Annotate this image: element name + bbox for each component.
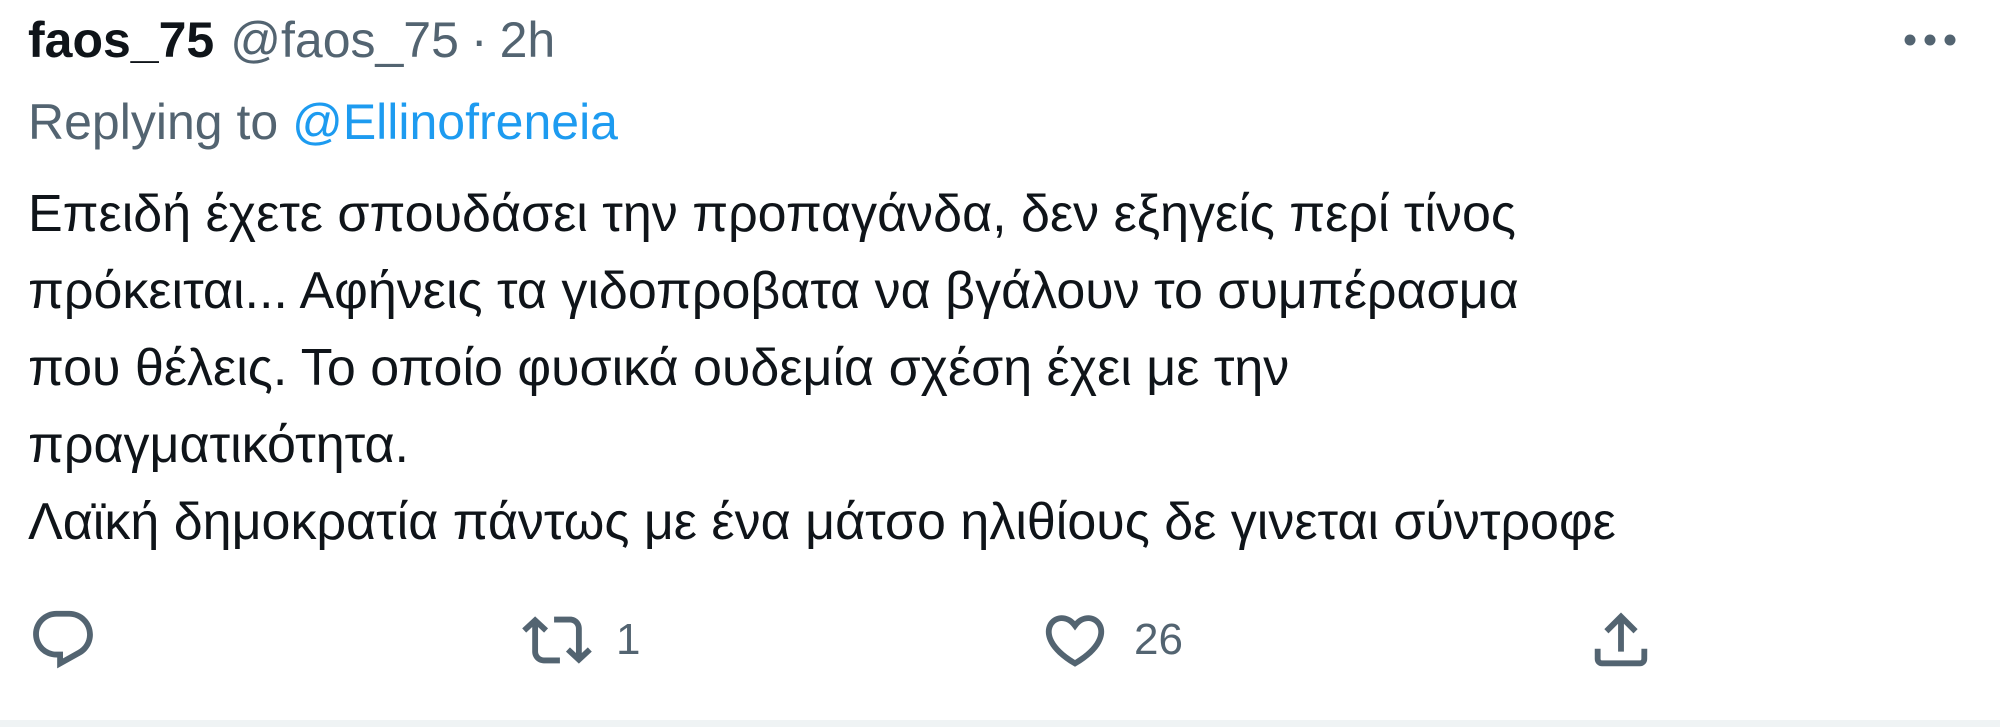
replying-prefix: Replying to — [28, 94, 279, 150]
tweet-text-line: πραγματικότητα. — [28, 416, 409, 474]
retweet-button[interactable]: 1 — [522, 600, 640, 680]
tweet-actions: 1 26 — [0, 600, 2000, 680]
share-icon — [1594, 612, 1648, 667]
like-button[interactable]: 26 — [1040, 600, 1183, 680]
tweet-header: faos_75 @faos_75 · 2h — [28, 8, 555, 72]
tweet-text: Επειδή έχετε σπουδάσει την προπαγάνδα, δ… — [28, 176, 1988, 561]
tweet-text-line: Επειδή έχετε σπουδάσει την προπαγάνδα, δ… — [28, 185, 1516, 243]
tweet-text-line: που θέλεις. Το οποίο φυσικά ουδεμία σχέσ… — [28, 339, 1290, 397]
timestamp[interactable]: 2h — [500, 8, 556, 72]
divider — [0, 720, 2000, 727]
replying-to-line: Replying to @Ellinofreneia — [28, 90, 618, 154]
reply-icon — [33, 610, 93, 669]
retweet-count: 1 — [616, 615, 641, 664]
like-count: 26 — [1134, 615, 1183, 664]
tweet-text-line: Λαϊκή δημοκρατία πάντως με ένα μάτσο ηλι… — [28, 493, 1616, 551]
share-button[interactable] — [1586, 600, 1656, 680]
more-icon — [1904, 34, 1956, 46]
tweet-card[interactable]: faos_75 @faos_75 · 2h Replying to @Ellin… — [0, 0, 2000, 727]
replying-to-link[interactable]: @Ellinofreneia — [292, 94, 618, 150]
reply-button[interactable] — [28, 600, 98, 680]
separator-dot: · — [470, 12, 488, 68]
display-name[interactable]: faos_75 — [28, 8, 214, 72]
retweet-icon — [522, 616, 592, 664]
heart-icon — [1045, 615, 1105, 667]
user-handle[interactable]: @faos_75 — [230, 8, 459, 72]
tweet-text-line: πρόκειται... Αφήνεις τα γιδοπροβατα να β… — [28, 262, 1519, 320]
more-options-button[interactable] — [1890, 14, 1970, 66]
